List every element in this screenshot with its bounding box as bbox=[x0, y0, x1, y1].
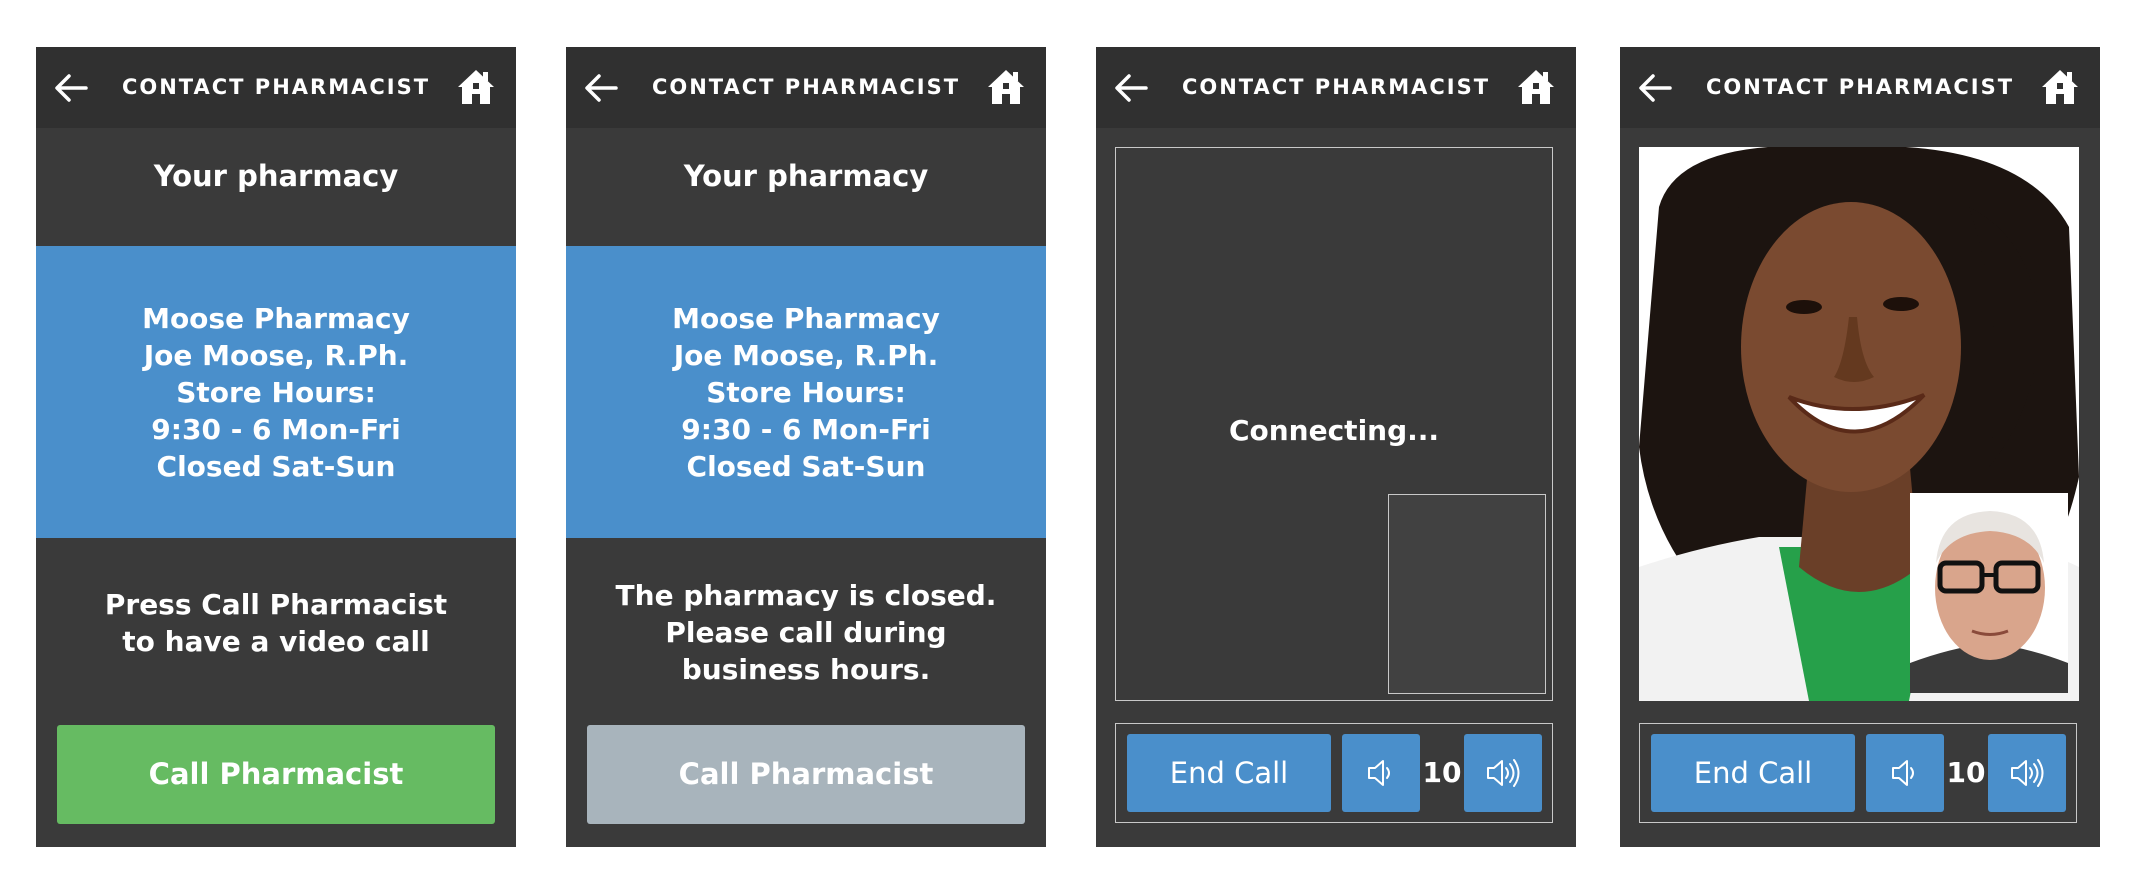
message-line: business hours. bbox=[681, 653, 931, 686]
volume-down-button[interactable] bbox=[1866, 734, 1944, 812]
home-icon[interactable] bbox=[456, 67, 496, 107]
pharmacist-name: Joe Moose, R.Ph. bbox=[143, 338, 409, 372]
call-controls: End Call 10 bbox=[1639, 723, 2077, 823]
store-hours-weekend: Closed Sat-Sun bbox=[686, 449, 926, 483]
speaker-low-icon bbox=[1368, 760, 1390, 786]
top-bar: CONTACT PHARMACIST bbox=[1096, 47, 1576, 128]
volume-level: 10 bbox=[1946, 756, 1986, 789]
message-line: Press Call Pharmacist bbox=[104, 588, 448, 621]
message-line: to have a video call bbox=[122, 625, 430, 658]
screen-pharmacy-closed: CONTACT PHARMACIST Your pharmacy Moose P… bbox=[566, 47, 1046, 847]
volume-up-button[interactable] bbox=[1988, 734, 2066, 812]
home-icon[interactable] bbox=[986, 67, 1026, 107]
pharmacist-name: Joe Moose, R.Ph. bbox=[673, 338, 939, 372]
page-title: CONTACT PHARMACIST bbox=[1181, 75, 1491, 99]
pharmacy-info-panel: Moose Pharmacy Joe Moose, R.Ph. Store Ho… bbox=[36, 246, 516, 538]
store-hours-weekday: 9:30 - 6 Mon-Fri bbox=[681, 412, 931, 446]
call-pharmacist-button-disabled: Call Pharmacist bbox=[587, 725, 1025, 824]
volume-level: 10 bbox=[1422, 756, 1462, 789]
screen-pharmacy-open: CONTACT PHARMACIST Your pharmacy Moose P… bbox=[36, 47, 516, 847]
pharmacy-info-panel: Moose Pharmacy Joe Moose, R.Ph. Store Ho… bbox=[566, 246, 1046, 538]
page-title: CONTACT PHARMACIST bbox=[651, 75, 961, 99]
call-pharmacist-button[interactable]: Call Pharmacist bbox=[57, 725, 495, 824]
instruction-message: Press Call Pharmacist to have a video ca… bbox=[36, 586, 516, 660]
pharmacy-name: Moose Pharmacy bbox=[142, 301, 410, 335]
store-hours-weekend: Closed Sat-Sun bbox=[156, 449, 396, 483]
volume-down-button[interactable] bbox=[1342, 734, 1420, 812]
top-bar: CONTACT PHARMACIST bbox=[566, 47, 1046, 128]
home-icon[interactable] bbox=[2040, 67, 2080, 107]
page-title: CONTACT PHARMACIST bbox=[121, 75, 431, 99]
self-view-image bbox=[1910, 493, 2068, 693]
screen-connecting: CONTACT PHARMACIST Connecting... End Cal… bbox=[1096, 47, 1576, 847]
store-hours-label: Store Hours: bbox=[176, 375, 376, 409]
home-icon[interactable] bbox=[1516, 67, 1556, 107]
pharmacist-video bbox=[1639, 147, 2079, 701]
store-hours-weekday: 9:30 - 6 Mon-Fri bbox=[151, 412, 401, 446]
top-bar: CONTACT PHARMACIST bbox=[36, 47, 516, 128]
speaker-high-icon bbox=[2011, 759, 2044, 787]
speaker-high-icon bbox=[1487, 759, 1520, 787]
connecting-status: Connecting... bbox=[1228, 414, 1440, 447]
volume-up-button[interactable] bbox=[1464, 734, 1542, 812]
top-bar: CONTACT PHARMACIST bbox=[1620, 47, 2100, 128]
message-line: Please call during bbox=[665, 616, 947, 649]
call-controls: End Call 10 bbox=[1115, 723, 1553, 823]
store-hours-label: Store Hours: bbox=[706, 375, 906, 409]
end-call-button[interactable]: End Call bbox=[1651, 734, 1855, 812]
speaker-low-icon bbox=[1892, 760, 1914, 786]
pharmacy-name: Moose Pharmacy bbox=[672, 301, 940, 335]
message-line: The pharmacy is closed. bbox=[615, 579, 997, 612]
self-view-video bbox=[1910, 493, 2068, 693]
closed-message: The pharmacy is closed. Please call duri… bbox=[566, 577, 1046, 688]
video-frame: Connecting... bbox=[1115, 147, 1553, 701]
screen-in-call: CONTACT PHARMACIST End Call 10 bbox=[1620, 47, 2100, 847]
end-call-button[interactable]: End Call bbox=[1127, 734, 1331, 812]
self-view-placeholder bbox=[1388, 494, 1546, 694]
page-title: CONTACT PHARMACIST bbox=[1705, 75, 2015, 99]
